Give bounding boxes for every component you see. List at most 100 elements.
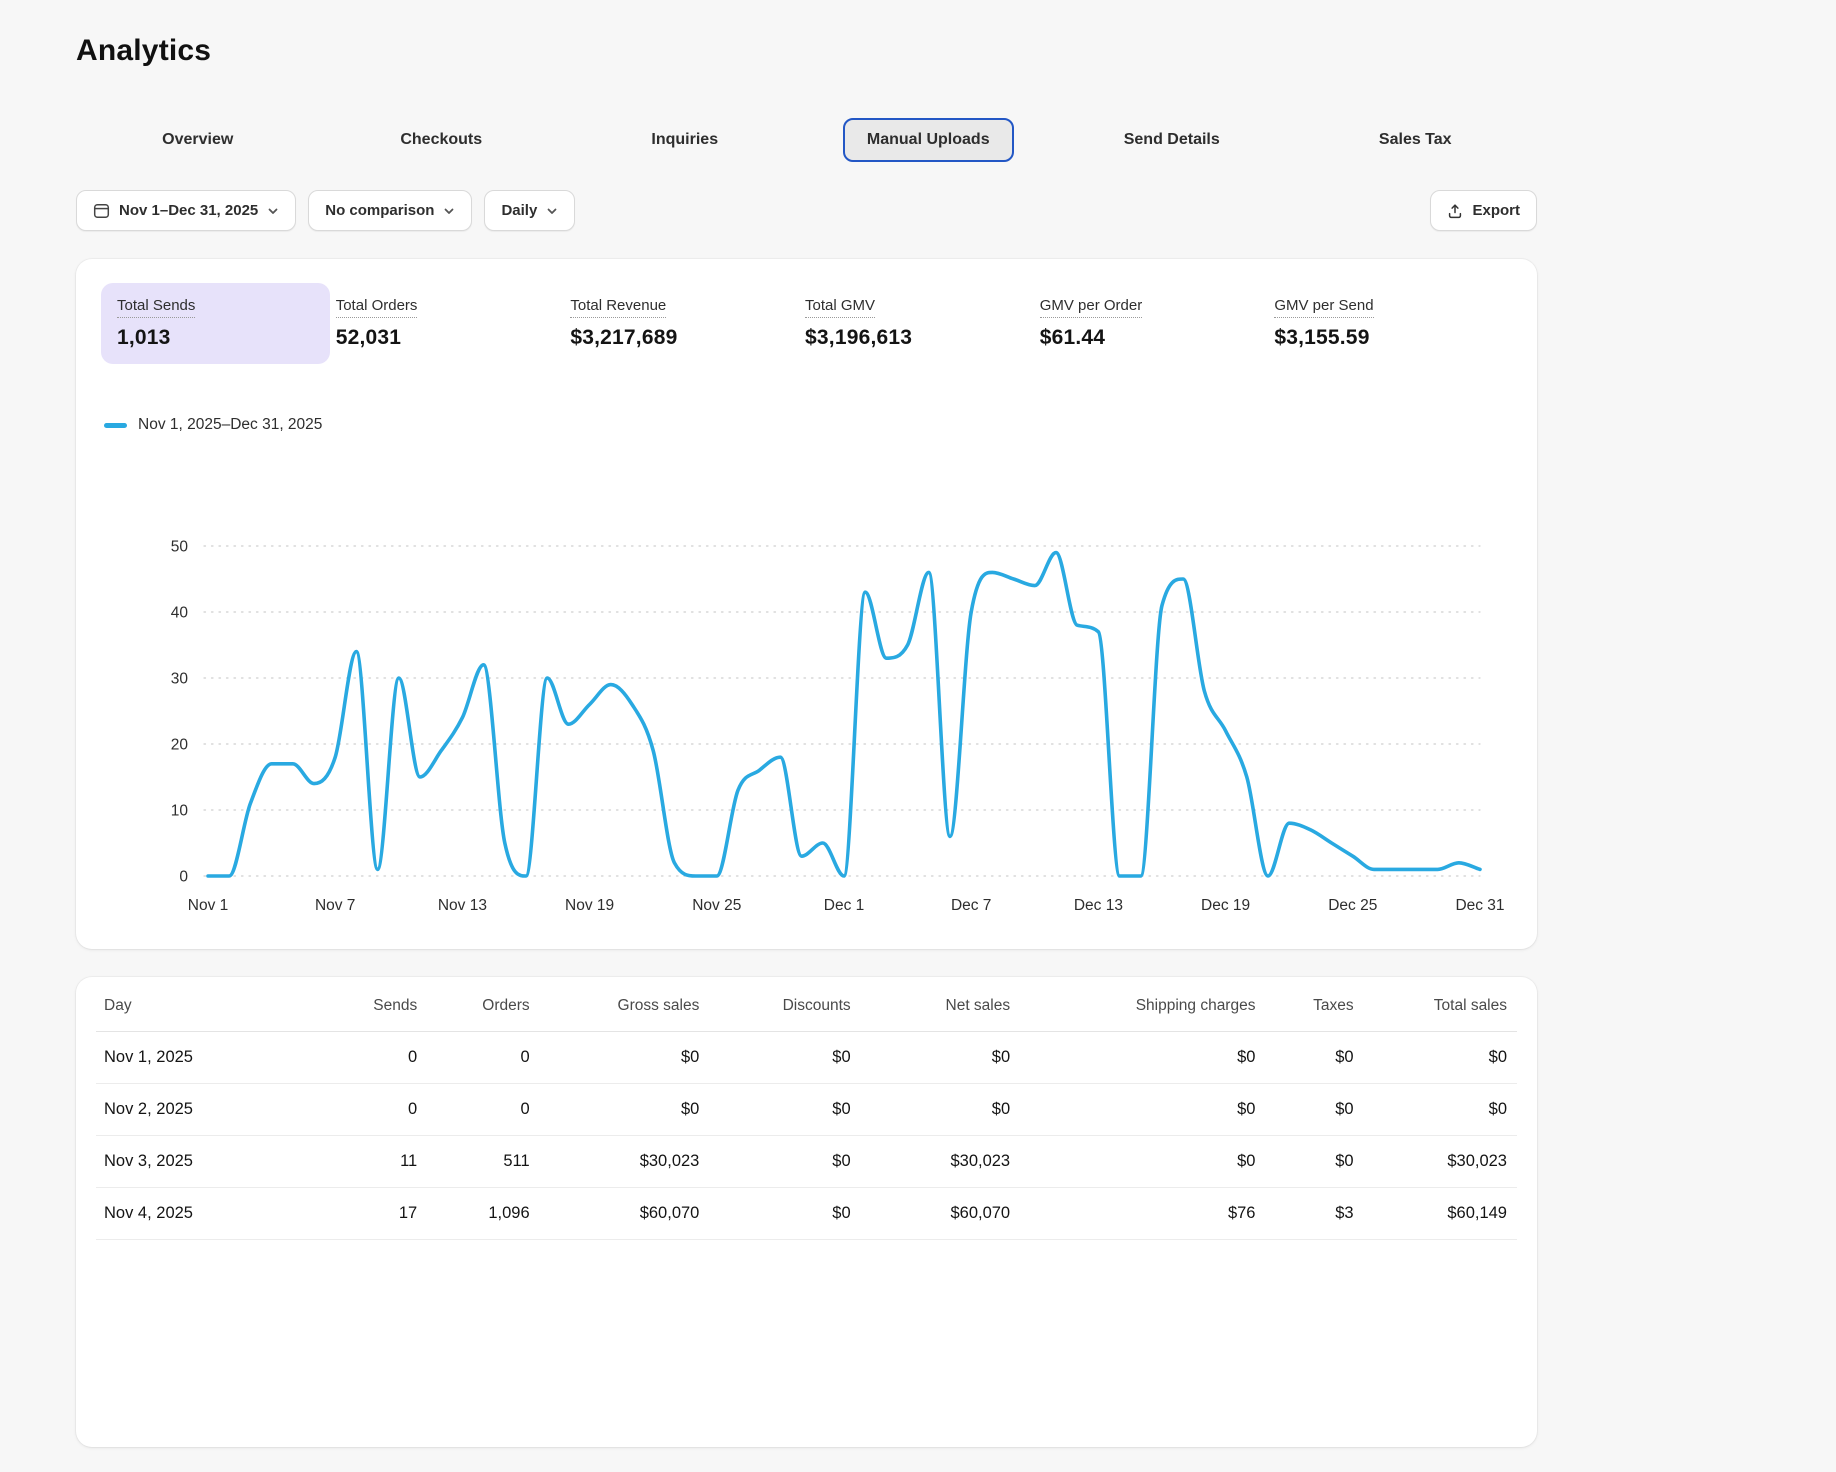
value-cell: 11 [329, 1135, 428, 1188]
legend-line-swatch [104, 422, 127, 428]
export-button[interactable]: Export [1430, 190, 1537, 231]
svg-text:Dec 13: Dec 13 [1074, 897, 1123, 914]
column-header-shipping-charges: Shipping charges [1020, 981, 1266, 1032]
svg-text:Nov 7: Nov 7 [315, 897, 356, 914]
comparison-label: No comparison [325, 202, 435, 219]
granularity-button[interactable]: Daily [484, 190, 576, 231]
legend-label: Nov 1, 2025–Dec 31, 2025 [138, 416, 323, 433]
tab-label: Checkouts [400, 131, 483, 148]
metric-value: $3,217,689 [570, 326, 678, 349]
value-cell: 0 [427, 1083, 540, 1136]
value-cell: $0 [539, 1031, 710, 1084]
metric-value: $61.44 [1039, 326, 1106, 349]
metric-total-gmv[interactable]: Total GMV $3,196,613 [805, 283, 1040, 364]
svg-text:50: 50 [171, 539, 189, 556]
value-cell: $3 [1265, 1187, 1364, 1240]
value-cell: $30,023 [860, 1135, 1021, 1188]
tab-sales-tax[interactable]: Sales Tax [1294, 118, 1538, 162]
sends-line-chart: 0 10 20 30 40 50 Nov 1 Nov 7 Nov 13 Nov 19 Nov 25 D… [171, 539, 1505, 915]
svg-text:Dec 1: Dec 1 [824, 897, 865, 914]
svg-text:Nov 13: Nov 13 [438, 897, 487, 914]
value-cell: $0 [1020, 1083, 1266, 1136]
analytics-table: Day Sends Orders Gross sales Discounts Net sa… [96, 981, 1517, 1240]
svg-text:Nov 25: Nov 25 [692, 897, 741, 914]
tab-inquiries[interactable]: Inquiries [563, 118, 807, 162]
tabs-row: Overview Checkouts Inquiries Manual Uploads… [76, 118, 1537, 162]
tab-checkouts[interactable]: Checkouts [320, 118, 564, 162]
column-header-orders: Orders [427, 981, 540, 1032]
calendar-icon [93, 202, 110, 219]
tab-manual-uploads[interactable]: Manual Uploads [807, 118, 1051, 162]
metric-value: $3,196,613 [805, 326, 913, 349]
value-cell: $76 [1020, 1187, 1266, 1240]
metric-label: GMV per Order [1039, 297, 1143, 318]
svg-text:10: 10 [171, 803, 189, 820]
chevron-down-icon [546, 205, 558, 217]
day-cell: Nov 3, 2025 [96, 1135, 330, 1188]
value-cell: $0 [860, 1083, 1021, 1136]
metric-gmv-per-send[interactable]: GMV per Send $3,155.59 [1274, 283, 1509, 364]
svg-text:Dec 31: Dec 31 [1455, 897, 1504, 914]
tab-label: Overview [162, 131, 234, 148]
table-row: Nov 4, 2025 17 1,096 $60,070 $0 $60,070 $76 $3 $… [96, 1187, 1517, 1240]
metric-total-sends[interactable]: Total Sends 1,013 [101, 283, 330, 364]
column-header-day: Day [96, 981, 330, 1032]
tab-send-details[interactable]: Send Details [1050, 118, 1294, 162]
svg-text:Dec 7: Dec 7 [951, 897, 992, 914]
value-cell: $0 [1020, 1135, 1266, 1188]
chevron-down-icon [267, 205, 279, 217]
value-cell: 0 [329, 1083, 428, 1136]
tab-overview[interactable]: Overview [76, 118, 320, 162]
analytics-page: Analytics Overview Checkouts Inquiries Manu… [76, 0, 1537, 1447]
value-cell: $0 [709, 1187, 861, 1240]
sends-series-line [206, 550, 1482, 878]
table-row: Nov 1, 2025 0 0 $0 $0 $0 $0 $0 $0 [96, 1031, 1517, 1084]
svg-text:Dec 25: Dec 25 [1328, 897, 1377, 914]
value-cell: $0 [1265, 1083, 1364, 1136]
column-header-total-sales: Total sales [1363, 981, 1517, 1032]
metric-label: GMV per Send [1274, 297, 1374, 318]
value-cell: 0 [427, 1031, 540, 1084]
value-cell: $0 [709, 1083, 861, 1136]
metric-label: Total Orders [335, 297, 418, 318]
table-row: Nov 3, 2025 11 511 $30,023 $0 $30,023 $0 $0 $30,… [96, 1135, 1517, 1188]
tab-label: Send Details [1123, 131, 1220, 148]
svg-text:30: 30 [171, 671, 189, 688]
tab-label: Sales Tax [1378, 131, 1452, 148]
day-cell: Nov 4, 2025 [96, 1187, 330, 1240]
tab-label: Manual Uploads [842, 118, 1014, 162]
svg-text:20: 20 [171, 737, 189, 754]
value-cell: $30,023 [1363, 1135, 1517, 1188]
chart-legend: Nov 1, 2025–Dec 31, 2025 [104, 416, 1509, 434]
metric-total-orders[interactable]: Total Orders 52,031 [335, 283, 571, 364]
table-row: Nov 2, 2025 0 0 $0 $0 $0 $0 $0 $0 [96, 1083, 1517, 1136]
metric-total-revenue[interactable]: Total Revenue $3,217,689 [570, 283, 805, 364]
granularity-label: Daily [501, 202, 538, 219]
metric-label: Total Revenue [570, 297, 667, 318]
value-cell: $0 [539, 1083, 710, 1136]
day-cell: Nov 1, 2025 [96, 1031, 330, 1084]
value-cell: 1,096 [427, 1187, 540, 1240]
value-cell: $0 [1265, 1135, 1364, 1188]
date-range-label: Nov 1–Dec 31, 2025 [119, 202, 259, 219]
metric-label: Total GMV [805, 297, 876, 318]
page-title: Analytics [76, 34, 212, 67]
metric-value: 52,031 [335, 326, 402, 349]
filter-bar: Nov 1–Dec 31, 2025 No comparison Daily E… [76, 190, 1537, 231]
export-upload-icon [1447, 203, 1463, 219]
comparison-button[interactable]: No comparison [308, 190, 473, 231]
value-cell: $60,149 [1363, 1187, 1517, 1240]
value-cell: $0 [1363, 1031, 1517, 1084]
value-cell: 17 [329, 1187, 428, 1240]
value-cell: $0 [1265, 1031, 1364, 1084]
export-label: Export [1472, 202, 1520, 219]
svg-text:Dec 19: Dec 19 [1201, 897, 1250, 914]
svg-text:Nov 1: Nov 1 [188, 897, 229, 914]
metric-gmv-per-order[interactable]: GMV per Order $61.44 [1039, 283, 1275, 364]
column-header-discounts: Discounts [709, 981, 861, 1032]
metric-label: Total Sends [117, 297, 196, 318]
date-range-button[interactable]: Nov 1–Dec 31, 2025 [76, 190, 297, 231]
column-header-net-sales: Net sales [860, 981, 1021, 1032]
column-header-gross-sales: Gross sales [539, 981, 710, 1032]
metric-value: 1,013 [117, 326, 171, 349]
